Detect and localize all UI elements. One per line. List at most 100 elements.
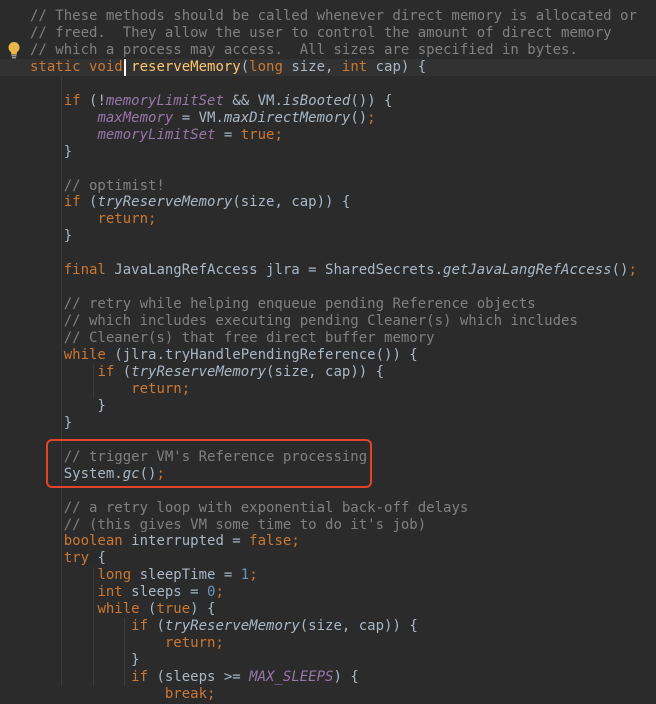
code-line[interactable] — [0, 279, 656, 296]
code-token: isBooted — [282, 92, 351, 109]
code-token: (size, cap)) { — [299, 618, 418, 635]
code-token: while — [63, 347, 115, 363]
code-token: { — [97, 550, 106, 567]
code-line[interactable]: long sleepTime = 1; — [0, 567, 656, 584]
code-token: ; — [249, 567, 258, 584]
code-line[interactable]: boolean interrupted = false; — [0, 533, 656, 550]
code-line[interactable] — [0, 76, 656, 93]
code-token: while — [97, 601, 149, 618]
code-token: (sleeps >= — [156, 669, 250, 686]
code-line[interactable]: int sleeps = 0; — [0, 584, 656, 601]
code-line[interactable] — [0, 161, 656, 178]
code-token: ) { — [190, 601, 216, 618]
code-token: boolean — [63, 533, 132, 550]
code-token: false; — [249, 533, 300, 550]
code-line[interactable]: try { — [0, 550, 656, 567]
code-token: ) { — [333, 669, 359, 686]
code-line[interactable]: // These methods should be called whenev… — [0, 8, 656, 25]
code-token: (jlra.tryHandlePendingReference()) { — [114, 347, 418, 363]
code-line[interactable]: memoryLimitSet = true; — [0, 127, 656, 144]
code-line[interactable]: return; — [0, 211, 656, 228]
code-line[interactable]: final JavaLangRefAccess jlra = SharedSec… — [0, 262, 656, 279]
code-line[interactable]: // freed. They allow the user to control… — [0, 25, 656, 42]
code-token: // (this gives VM some time to do it's j… — [63, 516, 427, 533]
code-token: 1 — [240, 567, 250, 584]
code-line[interactable]: // (this gives VM some time to do it's j… — [0, 517, 656, 534]
code-token: return; — [97, 211, 157, 228]
code-line[interactable]: while (jlra.tryHandlePendingReference())… — [0, 347, 656, 364]
code-line[interactable]: } — [0, 652, 656, 669]
code-line[interactable]: if (sleeps >= MAX_SLEEPS) { — [0, 669, 656, 686]
code-token: sleepTime = — [139, 567, 241, 584]
code-line[interactable]: // retry while helping enqueue pending R… — [0, 296, 656, 313]
code-token: final — [63, 262, 115, 279]
code-token: long — [249, 58, 292, 75]
code-token: tryReserveMemory — [164, 618, 300, 635]
code-line[interactable]: } — [0, 415, 656, 432]
code-line[interactable]: if (tryReserveMemory(size, cap)) { — [0, 618, 656, 635]
code-token: if — [63, 194, 90, 211]
code-line[interactable]: if (!memoryLimitSet && VM.isBooted()) { — [0, 93, 656, 110]
code-line[interactable]: } — [0, 144, 656, 161]
code-token: (size, cap)) { — [232, 194, 351, 211]
code-line[interactable]: // which a process may access. All sizes… — [0, 42, 656, 59]
code-line[interactable]: maxMemory = VM.maxDirectMemory(); — [0, 110, 656, 127]
code-line[interactable]: return; — [0, 635, 656, 652]
code-line[interactable]: } — [0, 398, 656, 415]
code-token: // Cleaner(s) that free direct buffer me… — [63, 330, 435, 347]
code-token: break; — [164, 686, 216, 702]
code-token: // a retry loop with exponential back-of… — [63, 499, 469, 516]
code-token: getJavaLangRefAccess — [443, 262, 612, 279]
code-line[interactable]: static void reserveMemory(long size, int… — [0, 58, 656, 76]
code-line[interactable] — [0, 245, 656, 262]
code-editor[interactable]: // These methods should be called whenev… — [0, 0, 656, 704]
code-token: () — [350, 109, 368, 126]
code-token: } — [30, 414, 73, 431]
code-line[interactable]: // a retry loop with exponential back-of… — [0, 500, 656, 517]
code-line[interactable]: break; — [0, 686, 656, 703]
code-token: long — [97, 567, 140, 584]
code-token: return; — [131, 380, 191, 397]
code-token: (size, cap)) { — [266, 363, 385, 380]
code-token: cap) { — [375, 58, 427, 75]
code-token: // which includes executing pending Clea… — [63, 313, 578, 330]
code-line[interactable]: // optimist! — [0, 178, 656, 195]
code-line[interactable]: if (tryReserveMemory(size, cap)) { — [0, 364, 656, 381]
code-line[interactable]: while (true) { — [0, 601, 656, 618]
code-token: size, — [291, 58, 342, 75]
code-line[interactable]: return; — [0, 381, 656, 398]
code-token: // retry while helping enqueue pending R… — [63, 296, 536, 313]
code-token: static void — [30, 58, 132, 75]
code-line[interactable]: // which includes executing pending Clea… — [0, 313, 656, 330]
code-token: if — [131, 618, 157, 635]
code-token: ; — [628, 262, 637, 279]
code-token: ; — [367, 109, 376, 126]
code-token: reserveMemory — [131, 58, 241, 75]
code-line[interactable]: if (tryReserveMemory(size, cap)) { — [0, 194, 656, 211]
code-token: if — [97, 363, 123, 380]
highlight-annotation-box — [46, 439, 372, 488]
lightbulb-icon[interactable] — [7, 41, 21, 59]
code-token: && VM. — [223, 92, 283, 109]
code-token: true — [156, 601, 191, 618]
code-token: ( — [156, 618, 165, 635]
code-token: MAX_SLEEPS — [249, 669, 334, 686]
code-token: sleeps = — [131, 584, 208, 601]
code-token: int — [97, 584, 132, 601]
code-line[interactable]: } — [0, 228, 656, 245]
code-token: try — [63, 550, 98, 567]
code-line[interactable]: // Cleaner(s) that free direct buffer me… — [0, 330, 656, 347]
